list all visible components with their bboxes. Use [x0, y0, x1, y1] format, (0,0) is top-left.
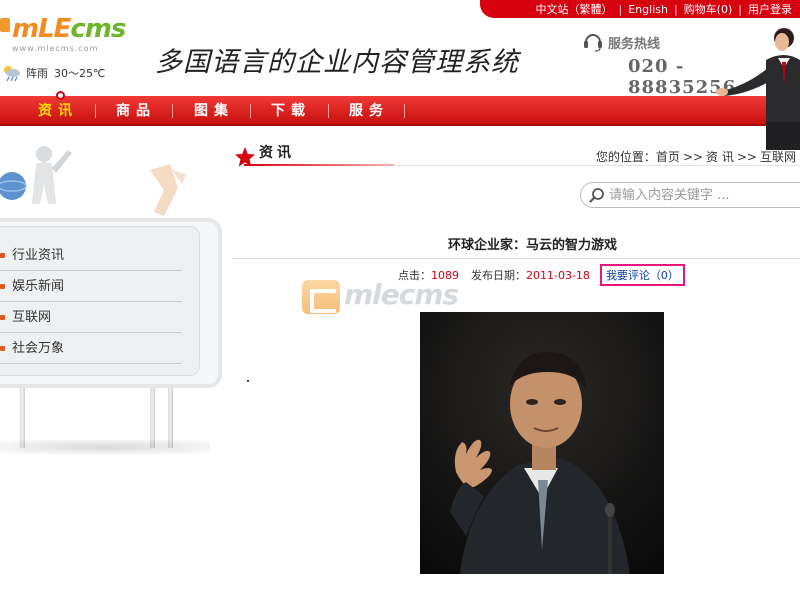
main-navigation: 资讯 商品 图集 下载 服务: [0, 91, 800, 126]
article-title: 环球企业家：马云的智力游戏: [448, 238, 618, 253]
section-title: 资讯: [259, 145, 295, 161]
nav-divider: [95, 104, 96, 118]
post-comment-link[interactable]: 我要评论（0）: [599, 264, 685, 286]
board-leg: [168, 388, 173, 448]
category-list: 行业资讯 娱乐新闻 互联网 社会万象: [0, 240, 182, 364]
weather-widget: 阵雨 30～25℃: [2, 64, 105, 82]
search-box: [580, 182, 800, 208]
category-item-industry-news[interactable]: 行业资讯: [0, 240, 182, 271]
breadcrumb-prefix: 您的位置：: [595, 150, 656, 164]
watermark-icon: [302, 280, 340, 314]
nav-item-products[interactable]: 商品: [116, 96, 156, 126]
cart-link[interactable]: 购物车(0): [684, 1, 733, 17]
nav-divider: [172, 104, 173, 118]
nav-item-news[interactable]: 资讯: [38, 96, 78, 126]
weather-temperature: 30～25℃: [54, 67, 106, 80]
nav-divider: [404, 104, 405, 118]
stray-dot: [247, 380, 249, 382]
logo-subtext: www.mlecms.com: [12, 44, 99, 53]
section-header-rule: [394, 165, 800, 166]
publish-date: 2011-03-18: [526, 268, 590, 282]
header-slogan: 多国语言的企业内容管理系统: [155, 47, 519, 78]
nav-divider: [250, 104, 251, 118]
category-item-internet[interactable]: 互联网: [0, 302, 182, 333]
nav-divider: [328, 104, 329, 118]
section-header: 资讯 您的位置：首页 >> 资 讯 >> 互联网: [232, 140, 800, 168]
top-utility-bar: 中文站（繁體） | English | 购物车(0) | 用户登录: [480, 0, 800, 18]
board-leg: [20, 388, 25, 448]
board-shadow: [0, 440, 210, 454]
traditional-chinese-link[interactable]: 中文站（繁體）: [536, 1, 613, 17]
category-sidebar: 行业资讯 娱乐新闻 互联网 社会万象: [0, 140, 230, 460]
breadcrumb-news[interactable]: 资 讯: [706, 150, 734, 164]
breadcrumb-separator: >>: [682, 150, 704, 164]
sidebar-banner-illustration: [0, 140, 215, 220]
nav-item-downloads[interactable]: 下载: [271, 96, 311, 126]
logo-mark-icon: [0, 18, 10, 32]
topbar-separator: |: [618, 2, 623, 16]
article-title-rule: [232, 258, 800, 259]
main-content: 资讯 您的位置：首页>>资 讯>>互联网 环球企业家：马云的智力游戏 点击： 1…: [232, 140, 800, 600]
category-item-entertainment[interactable]: 娱乐新闻: [0, 271, 182, 302]
topbar-separator: |: [738, 2, 742, 16]
user-login-link[interactable]: 用户登录: [748, 1, 792, 17]
breadcrumb-separator: >>: [736, 150, 757, 164]
topbar-separator: |: [673, 2, 678, 16]
watermark-text: mlecms: [344, 278, 459, 311]
breadcrumb: 您的位置：首页 >> 资 讯 >> 互联网: [596, 148, 796, 165]
site-header: 中文站（繁體） | English | 购物车(0) | 用户登录 mLEcms…: [0, 0, 800, 98]
presenter-illustration: [716, 28, 800, 150]
nav-item-services[interactable]: 服务: [349, 96, 389, 126]
search-icon[interactable]: [589, 187, 605, 203]
article-photo: [420, 312, 664, 574]
breadcrumb-internet[interactable]: 互联网: [760, 150, 796, 164]
category-item-society[interactable]: 社会万象: [0, 333, 182, 364]
search-input[interactable]: [609, 186, 789, 204]
site-logo[interactable]: mLEcms www.mlecms.com: [0, 12, 126, 56]
nav-item-gallery[interactable]: 图集: [194, 96, 234, 126]
breadcrumb-home[interactable]: 首页: [656, 150, 680, 164]
logo-wordmark: mLEcms: [12, 14, 126, 44]
headset-icon: [582, 30, 604, 52]
english-link[interactable]: English: [628, 3, 668, 16]
hotline-label: 服务热线: [608, 37, 661, 52]
section-title-underline: [244, 164, 394, 166]
board-leg: [150, 388, 155, 448]
weather-condition: 阵雨: [26, 67, 48, 80]
shower-weather-icon: [2, 64, 22, 82]
